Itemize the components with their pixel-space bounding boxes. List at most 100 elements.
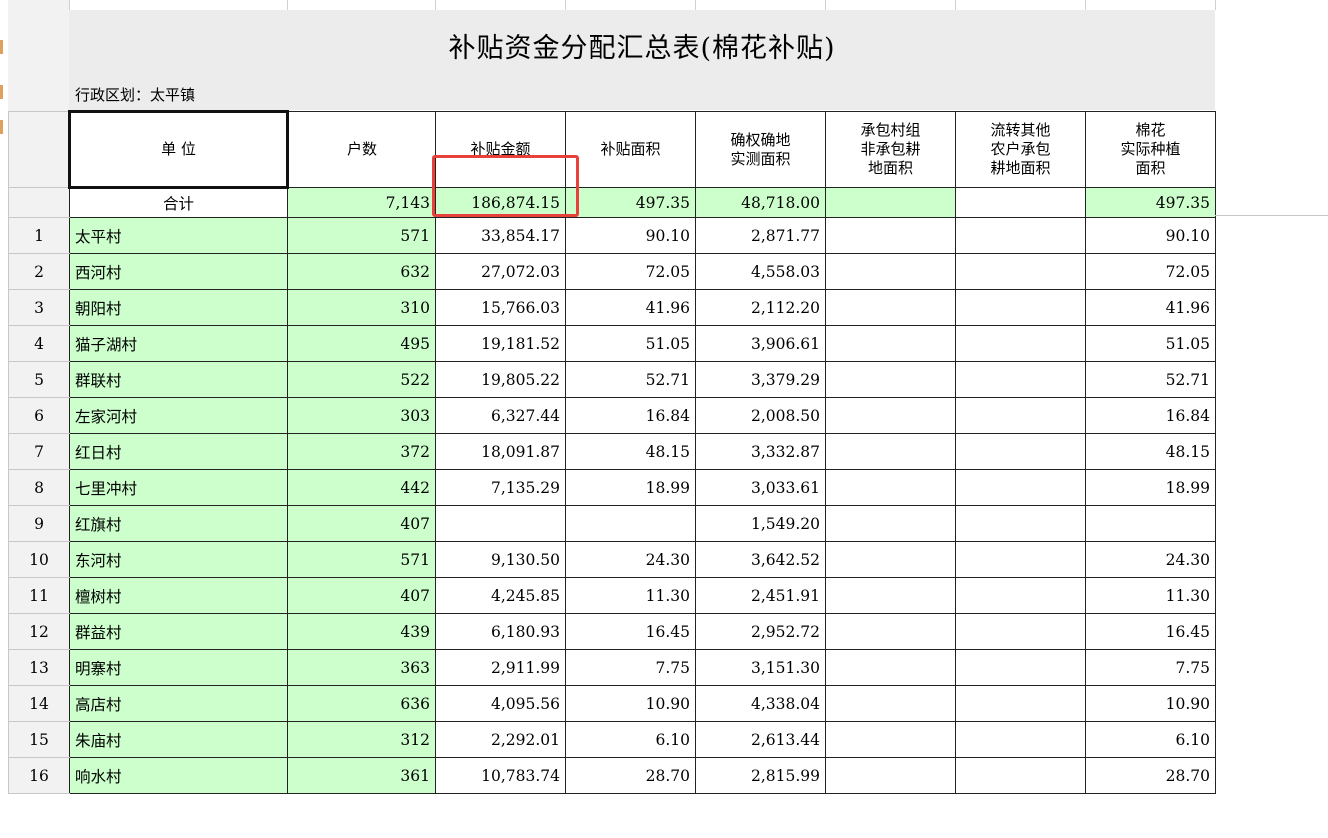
row-number[interactable]: 7 xyxy=(8,433,70,470)
cell-transfer[interactable] xyxy=(955,577,1086,614)
cell-planted[interactable]: 16.45 xyxy=(1085,613,1216,650)
cell-transfer[interactable] xyxy=(955,469,1086,506)
cell-transfer[interactable] xyxy=(955,505,1086,542)
cell-area[interactable]: 6.10 xyxy=(565,721,696,758)
cell-area[interactable]: 28.70 xyxy=(565,757,696,794)
row-number[interactable]: 12 xyxy=(8,613,70,650)
cell-households[interactable]: 632 xyxy=(287,253,436,290)
cell-transfer[interactable] xyxy=(955,433,1086,470)
cell-households[interactable]: 361 xyxy=(287,757,436,794)
cell-contract[interactable] xyxy=(825,505,956,542)
cell-contract[interactable] xyxy=(825,649,956,686)
cell-area[interactable]: 90.10 xyxy=(565,217,696,254)
cell-households[interactable]: 442 xyxy=(287,469,436,506)
cell-area[interactable]: 48.15 xyxy=(565,433,696,470)
cell-amount[interactable] xyxy=(435,505,566,542)
cell-amount[interactable]: 19,805.22 xyxy=(435,361,566,398)
cell-measured[interactable]: 2,112.20 xyxy=(695,289,826,326)
cell-contract[interactable] xyxy=(825,397,956,434)
cell-contract[interactable] xyxy=(825,433,956,470)
village-name[interactable]: 檀树村 xyxy=(69,577,288,614)
row-number[interactable]: 5 xyxy=(8,361,70,398)
cell-measured[interactable]: 3,033.61 xyxy=(695,469,826,506)
cell-measured[interactable]: 3,332.87 xyxy=(695,433,826,470)
cell-amount[interactable]: 7,135.29 xyxy=(435,469,566,506)
cell-households[interactable]: 310 xyxy=(287,289,436,326)
row-number[interactable]: 15 xyxy=(8,721,70,758)
cell-transfer[interactable] xyxy=(955,757,1086,794)
cell-transfer[interactable] xyxy=(955,253,1086,290)
cell-transfer[interactable] xyxy=(955,613,1086,650)
row-number[interactable]: 14 xyxy=(8,685,70,722)
village-name[interactable]: 明寨村 xyxy=(69,649,288,686)
header-unit[interactable]: 单 位 xyxy=(68,110,289,189)
village-name[interactable]: 红日村 xyxy=(69,433,288,470)
total-contract[interactable] xyxy=(825,187,956,218)
cell-area[interactable]: 41.96 xyxy=(565,289,696,326)
cell-planted[interactable]: 24.30 xyxy=(1085,541,1216,578)
total-households[interactable]: 7,143 xyxy=(287,187,436,218)
cell-area[interactable]: 16.45 xyxy=(565,613,696,650)
cell-planted[interactable]: 52.71 xyxy=(1085,361,1216,398)
cell-amount[interactable]: 10,783.74 xyxy=(435,757,566,794)
cell-planted[interactable]: 72.05 xyxy=(1085,253,1216,290)
total-measured[interactable]: 48,718.00 xyxy=(695,187,826,218)
cell-area[interactable]: 52.71 xyxy=(565,361,696,398)
cell-planted[interactable]: 10.90 xyxy=(1085,685,1216,722)
cell-amount[interactable]: 6,327.44 xyxy=(435,397,566,434)
cell-households[interactable]: 636 xyxy=(287,685,436,722)
cell-measured[interactable]: 4,558.03 xyxy=(695,253,826,290)
cell-area[interactable]: 7.75 xyxy=(565,649,696,686)
cell-contract[interactable] xyxy=(825,541,956,578)
cell-contract[interactable] xyxy=(825,469,956,506)
cell-contract[interactable] xyxy=(825,757,956,794)
cell-measured[interactable]: 2,451.91 xyxy=(695,577,826,614)
cell-planted[interactable]: 16.84 xyxy=(1085,397,1216,434)
cell-amount[interactable]: 2,911.99 xyxy=(435,649,566,686)
cell-contract[interactable] xyxy=(825,721,956,758)
village-name[interactable]: 群益村 xyxy=(69,613,288,650)
cell-measured[interactable]: 2,815.99 xyxy=(695,757,826,794)
cell-measured[interactable]: 3,642.52 xyxy=(695,541,826,578)
total-transfer[interactable] xyxy=(955,187,1086,218)
cell-planted[interactable]: 11.30 xyxy=(1085,577,1216,614)
cell-contract[interactable] xyxy=(825,613,956,650)
cell-households[interactable]: 522 xyxy=(287,361,436,398)
village-name[interactable]: 朱庙村 xyxy=(69,721,288,758)
cell-contract[interactable] xyxy=(825,361,956,398)
cell-area[interactable]: 24.30 xyxy=(565,541,696,578)
cell-households[interactable]: 495 xyxy=(287,325,436,362)
cell-households[interactable]: 571 xyxy=(287,217,436,254)
total-label[interactable]: 合计 xyxy=(69,187,288,218)
row-number[interactable]: 3 xyxy=(8,289,70,326)
header-contract[interactable]: 承包村组 非承包耕 地面积 xyxy=(825,111,956,188)
cell-amount[interactable]: 6,180.93 xyxy=(435,613,566,650)
cell-area[interactable]: 10.90 xyxy=(565,685,696,722)
total-area[interactable]: 497.35 xyxy=(565,187,696,218)
total-amount[interactable]: 186,874.15 xyxy=(435,187,566,218)
cell-measured[interactable]: 2,008.50 xyxy=(695,397,826,434)
cell-planted[interactable]: 28.70 xyxy=(1085,757,1216,794)
village-name[interactable]: 七里冲村 xyxy=(69,469,288,506)
cell-planted[interactable] xyxy=(1085,505,1216,542)
header-area[interactable]: 补贴面积 xyxy=(565,111,696,188)
header-transfer[interactable]: 流转其他 农户承包 耕地面积 xyxy=(955,111,1086,188)
cell-amount[interactable]: 4,095.56 xyxy=(435,685,566,722)
cell-transfer[interactable] xyxy=(955,289,1086,326)
village-name[interactable]: 西河村 xyxy=(69,253,288,290)
cell-amount[interactable]: 33,854.17 xyxy=(435,217,566,254)
cell-households[interactable]: 439 xyxy=(287,613,436,650)
cell-area[interactable]: 72.05 xyxy=(565,253,696,290)
total-planted[interactable]: 497.35 xyxy=(1085,187,1216,218)
cell-planted[interactable]: 51.05 xyxy=(1085,325,1216,362)
cell-amount[interactable]: 18,091.87 xyxy=(435,433,566,470)
village-name[interactable]: 猫子湖村 xyxy=(69,325,288,362)
cell-amount[interactable]: 2,292.01 xyxy=(435,721,566,758)
cell-amount[interactable]: 4,245.85 xyxy=(435,577,566,614)
cell-transfer[interactable] xyxy=(955,541,1086,578)
cell-transfer[interactable] xyxy=(955,685,1086,722)
cell-area[interactable]: 16.84 xyxy=(565,397,696,434)
cell-measured[interactable]: 3,151.30 xyxy=(695,649,826,686)
cell-planted[interactable]: 41.96 xyxy=(1085,289,1216,326)
cell-transfer[interactable] xyxy=(955,649,1086,686)
